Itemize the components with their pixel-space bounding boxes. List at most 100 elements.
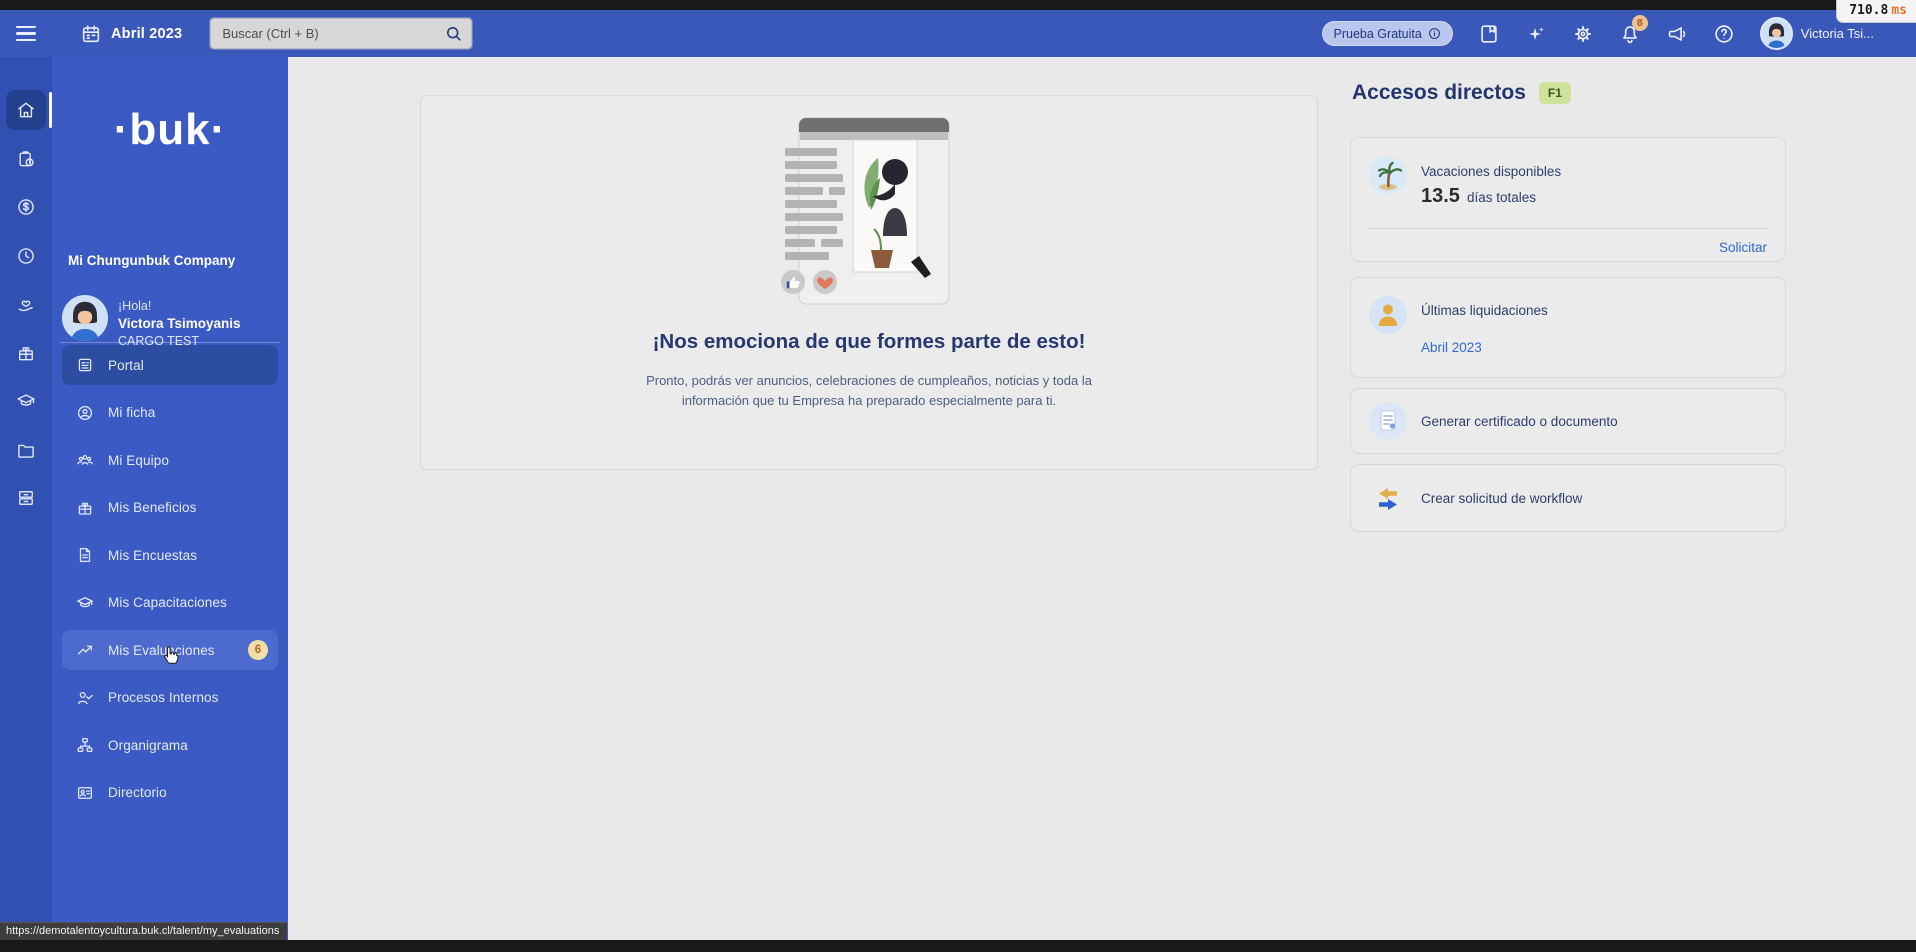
- divider: [1367, 228, 1769, 229]
- payslips-card: Últimas liquidaciones Abril 2023: [1350, 277, 1786, 378]
- bookmark-book-button[interactable]: [1478, 23, 1500, 45]
- rail-item-gift[interactable]: [6, 333, 46, 373]
- rail-item-hand-heart[interactable]: [6, 284, 46, 324]
- sidebar-item-label: Mis Evaluaciones: [108, 642, 215, 658]
- sidebar-item-label: Directorio: [108, 785, 167, 800]
- sidebar-item-portal[interactable]: Portal: [62, 345, 278, 385]
- sidebar-item-directorio[interactable]: Directorio: [62, 773, 278, 813]
- pending-count-badge: 6: [248, 640, 268, 660]
- buk-logo[interactable]: ·buk·: [52, 105, 288, 155]
- free-trial-label: Prueba Gratuita: [1333, 26, 1422, 41]
- avatar: [62, 295, 108, 341]
- welcome-card: ¡Nos emociona de que formes parte de est…: [420, 95, 1318, 470]
- sidebar-item-label: Procesos Internos: [108, 690, 219, 705]
- vacations-value: 13.5: [1421, 185, 1460, 207]
- sidebar-item-label: Mis Beneficios: [108, 500, 197, 515]
- greeting: ¡Hola!: [118, 299, 152, 313]
- sidebar-item-label: Mis Capacitaciones: [108, 595, 227, 610]
- certificate-document-icon: [1369, 402, 1407, 440]
- workflow-label: Crear solicitud de workflow: [1421, 491, 1583, 506]
- period-selector[interactable]: Abril 2023: [80, 23, 182, 45]
- payslips-label: Últimas liquidaciones: [1421, 303, 1548, 318]
- encuestas-icon: [76, 546, 94, 564]
- rail-item-dollar[interactable]: [6, 187, 46, 227]
- shortcuts-title: Accesos directos: [1352, 81, 1526, 104]
- sidebar-item-mis-evaluaciones[interactable]: Mis Evaluaciones 6: [62, 630, 278, 670]
- welcome-body-line2: información que tu Empresa ha preparado …: [681, 393, 1057, 408]
- notification-count-badge: 8: [1631, 14, 1648, 31]
- welcome-title: ¡Nos emociona de que formes parte de est…: [652, 330, 1086, 353]
- topbar: Abril 2023 Prueba Gratuita 8: [0, 10, 1916, 57]
- user-name-label: Victoria Tsi...: [1800, 26, 1874, 41]
- search-icon[interactable]: [444, 24, 463, 43]
- period-label: Abril 2023: [111, 25, 183, 42]
- sidebar-menu: Portal Mi ficha Mi Equipo Mis Beneficios Mis…: [62, 345, 278, 813]
- graduation-cap-icon: [76, 594, 94, 612]
- payslip-person-icon: [1369, 296, 1407, 334]
- gift-icon: [16, 343, 36, 363]
- equipo-icon: [76, 451, 94, 469]
- sidebar-item-mis-capacitaciones[interactable]: Mis Capacitaciones: [62, 583, 278, 623]
- hotkey-badge: F1: [1538, 82, 1571, 104]
- welcome-body-line1: Pronto, podrás ver anuncios, celebracion…: [646, 373, 1092, 388]
- hamburger-menu-icon[interactable]: [16, 23, 42, 45]
- assistant-button[interactable]: [1525, 23, 1547, 45]
- rail-item-clipboard-clock[interactable]: [6, 139, 46, 179]
- sidebar-item-mis-encuestas[interactable]: Mis Encuestas: [62, 535, 278, 575]
- sidebar-item-mi-equipo[interactable]: Mi Equipo: [62, 440, 278, 480]
- certificate-card[interactable]: Generar certificado o documento: [1350, 388, 1786, 454]
- divider: [60, 342, 280, 343]
- sidebar-item-mi-ficha[interactable]: Mi ficha: [62, 393, 278, 433]
- sidebar: ·buk· Mi Chungunbuk Company ¡Hola! Victo…: [52, 57, 288, 952]
- dollar-icon: [16, 197, 36, 217]
- performance-unit: ms: [1891, 3, 1907, 18]
- palm-tree-icon: [1369, 156, 1407, 194]
- free-trial-badge[interactable]: Prueba Gratuita: [1321, 21, 1453, 46]
- vacations-card: Vacaciones disponibles 13.5 días totales…: [1350, 137, 1786, 262]
- vacations-unit: días totales: [1466, 190, 1536, 205]
- main-content: ¡Nos emociona de que formes parte de est…: [288, 57, 1916, 952]
- module-rail: [0, 57, 52, 952]
- sidebar-item-label: Portal: [108, 357, 144, 373]
- settings-button[interactable]: [1572, 23, 1594, 45]
- info-icon: [1428, 28, 1440, 39]
- sidebar-user-name: Victora Tsimoyanis: [118, 316, 241, 331]
- search-input[interactable]: [222, 26, 445, 41]
- notifications-button[interactable]: 8: [1619, 14, 1648, 45]
- announcements-button[interactable]: [1666, 23, 1688, 45]
- sidebar-item-mis-beneficios[interactable]: Mis Beneficios: [62, 488, 278, 528]
- hand-heart-icon: [16, 294, 36, 314]
- directorio-icon: [76, 784, 94, 802]
- calendar-icon: [82, 24, 100, 42]
- clock-icon: [16, 246, 36, 266]
- performance-value: 710.8: [1849, 3, 1889, 18]
- workflow-card[interactable]: Crear solicitud de workflow: [1350, 464, 1786, 532]
- workflow-arrows-icon: [1379, 488, 1397, 510]
- company-name: Mi Chungunbuk Company: [68, 253, 236, 268]
- welcome-illustration: [781, 117, 950, 305]
- graduation-cap-icon: [16, 391, 36, 411]
- sidebar-item-label: Mi Equipo: [108, 452, 169, 468]
- rail-item-clock[interactable]: [6, 236, 46, 276]
- search-box[interactable]: [210, 18, 473, 49]
- rail-item-folder[interactable]: [6, 430, 46, 470]
- help-button[interactable]: [1713, 23, 1735, 45]
- clipboard-clock-icon: [16, 149, 36, 169]
- home-icon: [16, 100, 36, 120]
- sidebar-item-label: Organigrama: [108, 737, 188, 753]
- megaphone-icon: [1668, 26, 1686, 41]
- window-top-strip: [0, 0, 1916, 10]
- rail-item-archive[interactable]: [6, 478, 46, 518]
- performance-badge: 710.8 ms: [1836, 0, 1916, 23]
- request-vacation-link[interactable]: Solicitar: [1719, 240, 1767, 255]
- rail-item-home[interactable]: [6, 90, 52, 130]
- sidebar-item-organigrama[interactable]: Organigrama: [62, 725, 278, 765]
- organigrama-icon: [76, 736, 94, 754]
- sidebar-item-procesos-internos[interactable]: Procesos Internos: [62, 678, 278, 718]
- welcome-body: Pronto, podrás ver anuncios, celebracion…: [421, 371, 1317, 411]
- payslip-period-link[interactable]: Abril 2023: [1421, 340, 1482, 355]
- procesos-icon: [76, 689, 94, 707]
- gear-icon: [1575, 25, 1591, 42]
- rail-item-graduation-cap[interactable]: [6, 381, 46, 421]
- certificate-label: Generar certificado o documento: [1421, 414, 1618, 429]
